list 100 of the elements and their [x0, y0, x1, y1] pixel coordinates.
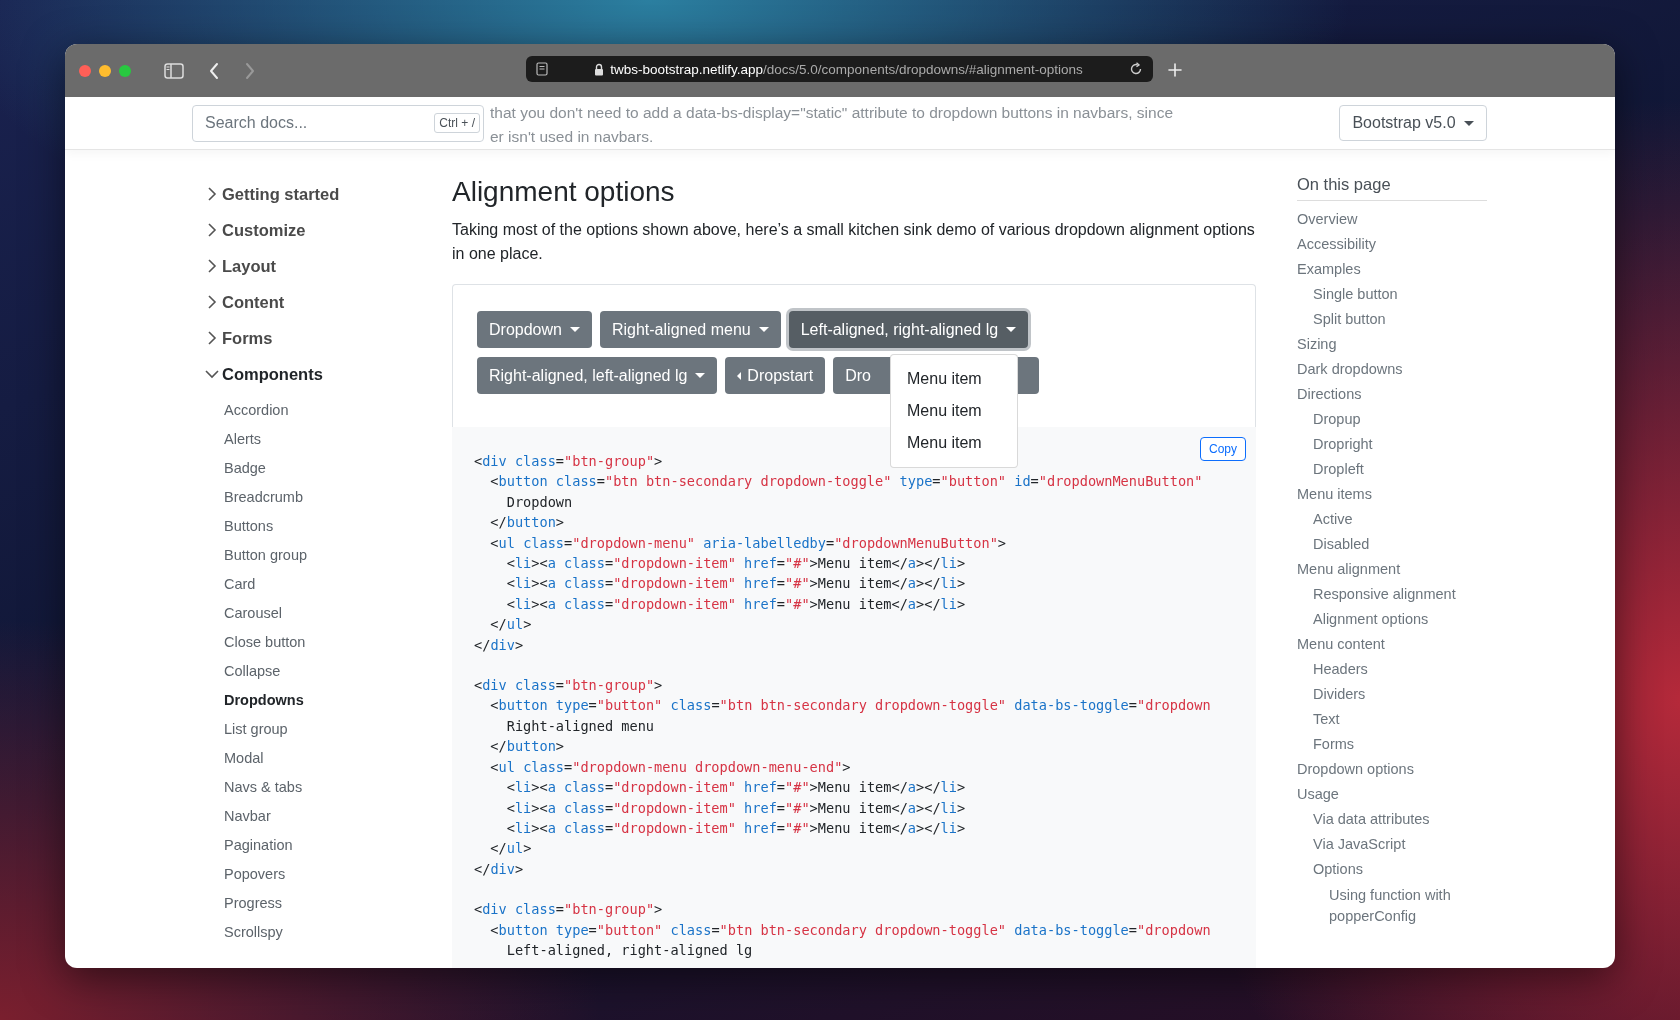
code-line: <div class="btn-group">: [474, 676, 663, 696]
code-line: Dropdown: [505, 492, 573, 512]
code-line: <ul class="dropdown-menu dropdown-menu-end">: [489, 757, 851, 777]
faded-text: er isn't used in navbars.: [490, 127, 655, 147]
sidebar-link[interactable]: Alerts: [224, 425, 262, 454]
sidebar-link[interactable]: Badge: [224, 454, 266, 483]
caret-icon: [737, 371, 742, 380]
toc-link[interactable]: Forms: [1313, 732, 1355, 757]
toc-link[interactable]: Headers: [1313, 657, 1368, 682]
sidebar-section[interactable]: Content: [204, 284, 452, 320]
reload-icon[interactable]: [1129, 62, 1143, 76]
code-line: <button type="button" class="btn btn-secondary dropdown-toggle" data-bs-toggle="dropdown: [489, 696, 1211, 716]
sidebar-link[interactable]: Navs & tabs: [224, 773, 303, 802]
dropdown-button[interactable]: Left-aligned, right-aligned lg: [788, 311, 1029, 348]
toc-link[interactable]: Using function with popperConfig: [1329, 885, 1469, 927]
code-line: </ul>: [489, 839, 532, 859]
toc-link[interactable]: Split button: [1313, 307, 1386, 332]
toc-link[interactable]: Menu content: [1297, 632, 1385, 657]
dropdown-button[interactable]: Right-aligned, left-aligned lg: [477, 357, 718, 394]
code-line: </button>: [489, 737, 565, 757]
toc-link[interactable]: Overview: [1297, 207, 1358, 232]
toc-link[interactable]: Alignment options: [1313, 607, 1429, 632]
menu-item[interactable]: Menu item: [891, 427, 1017, 459]
caret-icon: [695, 373, 706, 378]
dropdown-button[interactable]: Dropstart: [725, 357, 826, 394]
caret-icon: [1463, 120, 1474, 126]
sidebar-link[interactable]: List group: [224, 715, 288, 744]
lock-icon[interactable]: [594, 62, 605, 76]
menu-item[interactable]: Menu item: [891, 395, 1017, 427]
sidebar-link[interactable]: Collapse: [224, 657, 281, 686]
code-line: Right-aligned menu: [505, 716, 655, 736]
shortcut-key: Ctrl + /: [434, 112, 480, 133]
code-line: </div>: [474, 859, 524, 879]
sidebar-link[interactable]: Navbar: [224, 802, 271, 831]
sidebar-link[interactable]: Carousel: [224, 599, 283, 628]
new-tab-icon[interactable]: [1167, 62, 1183, 78]
code-line: <div class="btn-group">: [474, 900, 663, 920]
caret-icon: [1006, 327, 1017, 332]
toc-link[interactable]: Dropleft: [1313, 457, 1364, 482]
page-heading: Alignment options: [452, 175, 676, 209]
toc-link[interactable]: Active: [1313, 507, 1353, 532]
sidebar-link[interactable]: Scrollspy: [224, 918, 283, 947]
sidebar-link[interactable]: Breadcrumb: [224, 483, 303, 512]
sidebar-link[interactable]: Close button: [224, 628, 306, 657]
code-line: <li><a class="dropdown-item" href="#">Menu item</a></li>: [505, 574, 966, 594]
window-control-icon[interactable]: [119, 64, 131, 77]
sidebar-link[interactable]: Popovers: [224, 860, 286, 889]
toc-link[interactable]: Usage: [1297, 782, 1339, 807]
toc-link[interactable]: Dividers: [1313, 682, 1366, 707]
toc-link[interactable]: Menu items: [1297, 482, 1372, 507]
copy-button[interactable]: Copy: [1200, 437, 1246, 461]
code-line: <button class="btn btn-secondary dropdown-toggle" type="button" id="dropdownMenuButton": [489, 472, 1203, 492]
sidebar-section[interactable]: Forms: [204, 320, 452, 356]
code-line: <li><a class="dropdown-item" href="#">Menu item</a></li>: [505, 778, 966, 798]
sidebar-link[interactable]: Progress: [224, 889, 283, 918]
sidebar-link[interactable]: Buttons: [224, 512, 274, 541]
toc-link[interactable]: Dropright: [1313, 432, 1373, 457]
toc-link[interactable]: Dropdown options: [1297, 757, 1414, 782]
dropdown-button[interactable]: Dropdown: [477, 311, 592, 348]
toc-link[interactable]: Dropup: [1313, 407, 1361, 432]
sidebar-link[interactable]: Accordion: [224, 396, 289, 425]
code-line: <li><a class="dropdown-item" href="#">Menu item</a></li>: [505, 554, 966, 574]
code-line: </div>: [474, 635, 524, 655]
toc-link[interactable]: Responsive alignment: [1313, 582, 1456, 607]
code-line: <li><a class="dropdown-item" href="#">Menu item</a></li>: [505, 818, 966, 838]
sidebar-section[interactable]: Components: [204, 356, 452, 392]
sidebar-link[interactable]: Dropdowns: [224, 686, 304, 715]
toc-link[interactable]: Accessibility: [1297, 232, 1376, 257]
sidebar-link[interactable]: Modal: [224, 744, 264, 773]
code-line: <li><a class="dropdown-item" href="#">Menu item</a></li>: [505, 594, 966, 614]
toc-link[interactable]: Dark dropdowns: [1297, 357, 1403, 382]
sidebar-link[interactable]: Card: [224, 570, 256, 599]
url-text: twbs-bootstrap.netlify.app/docs/5.0/components/dropdowns/#alignment-options: [610, 61, 1083, 77]
code-line: Left-aligned, right-aligned lg: [505, 940, 753, 960]
window-control-icon[interactable]: [99, 64, 111, 77]
sidebar-link[interactable]: Button group: [224, 541, 308, 570]
toc-link[interactable]: Single button: [1313, 282, 1398, 307]
page-icon[interactable]: [536, 62, 548, 76]
toc-link[interactable]: Options: [1313, 857, 1363, 882]
toc-link[interactable]: Via data attributes: [1313, 807, 1430, 832]
dropdown-button[interactable]: Right-aligned menu: [599, 311, 781, 348]
sidebar-toggle-icon[interactable]: [164, 62, 184, 79]
sidebar-link[interactable]: Pagination: [224, 831, 293, 860]
code-line: <li><a class="dropdown-item" href="#">Menu item</a></li>: [505, 798, 966, 818]
faded-text: that you don't need to add a data-bs-display="static" attribute to dropdown buttons in navbars, since: [490, 103, 1174, 123]
toc-link[interactable]: Disabled: [1313, 532, 1370, 557]
toc-link[interactable]: Via JavaScript: [1313, 832, 1406, 857]
version-dropdown[interactable]: Bootstrap v5.0: [1339, 105, 1487, 141]
toc-link[interactable]: Examples: [1297, 257, 1361, 282]
toc-link[interactable]: Sizing: [1297, 332, 1337, 357]
toc-link[interactable]: Menu alignment: [1297, 557, 1401, 582]
address-bar[interactable]: twbs-bootstrap.netlify.app/docs/5.0/components/dropdowns/#alignment-options: [526, 56, 1153, 82]
sidebar-section[interactable]: Customize: [204, 212, 452, 248]
toc-link[interactable]: Directions: [1297, 382, 1362, 407]
toc-link[interactable]: Text: [1313, 707, 1340, 732]
caret-icon: [569, 327, 580, 332]
back-icon[interactable]: [208, 61, 220, 80]
sidebar-section[interactable]: Layout: [204, 248, 452, 284]
menu-item[interactable]: Menu item: [891, 363, 1017, 395]
sidebar-section[interactable]: Getting started: [204, 176, 452, 212]
